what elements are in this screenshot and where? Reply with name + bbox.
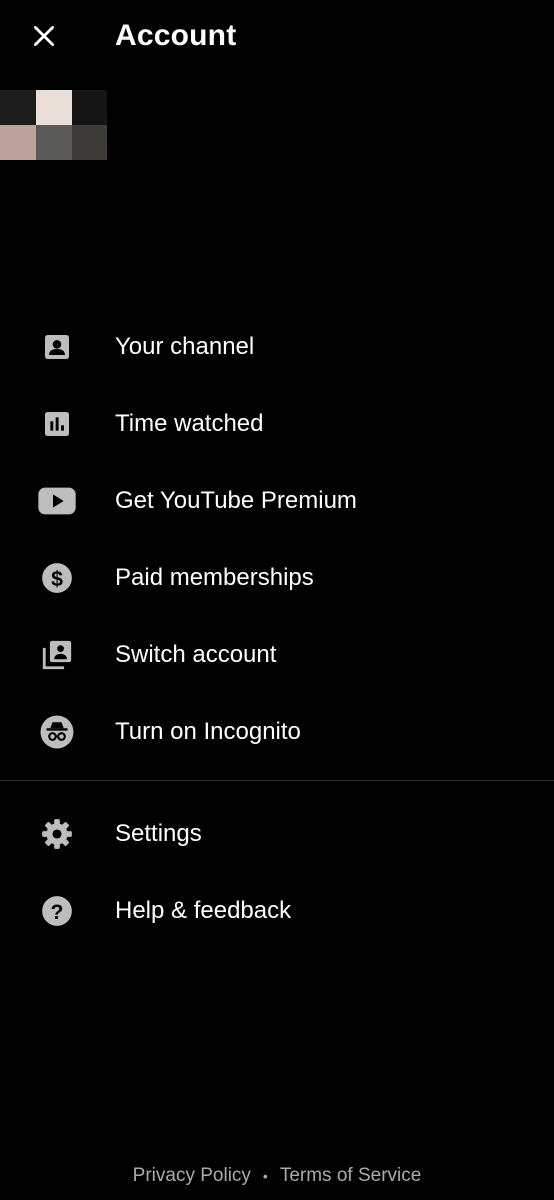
account-menu: Your channel Time watched Get YouTube Pr…	[0, 308, 554, 770]
menu-item-get-premium[interactable]: Get YouTube Premium	[0, 462, 554, 539]
menu-item-your-channel[interactable]: Your channel	[0, 308, 554, 385]
incognito-icon	[37, 712, 77, 752]
svg-text:$: $	[51, 566, 63, 590]
avatar[interactable]	[0, 90, 107, 160]
menu-item-time-watched[interactable]: Time watched	[0, 385, 554, 462]
footer-separator: •	[262, 1168, 268, 1184]
dollar-circle-icon: $	[37, 558, 77, 598]
account-box-icon	[37, 327, 77, 367]
menu-item-switch-account[interactable]: Switch account	[0, 616, 554, 693]
youtube-play-icon	[37, 481, 77, 521]
help-icon: ?	[37, 891, 77, 931]
avatar-pixel	[72, 125, 107, 160]
gear-icon	[37, 814, 77, 854]
account-screen: Account Your channel Time watched Get Yo…	[0, 0, 554, 1200]
privacy-policy-link[interactable]: Privacy Policy	[133, 1165, 251, 1187]
menu-item-label: Paid memberships	[115, 563, 314, 591]
menu-divider	[0, 780, 554, 781]
secondary-menu: Settings ? Help & feedback	[0, 795, 554, 949]
avatar-pixel	[72, 90, 107, 125]
close-icon	[33, 25, 55, 47]
menu-item-label: Time watched	[115, 409, 264, 437]
header: Account	[0, 0, 554, 74]
avatar-pixel	[0, 125, 36, 160]
bar-chart-icon	[37, 404, 77, 444]
avatar-pixel	[36, 125, 72, 160]
svg-text:?: ?	[51, 899, 64, 923]
menu-item-label: Settings	[115, 819, 202, 847]
menu-item-incognito[interactable]: Turn on Incognito	[0, 693, 554, 770]
terms-of-service-link[interactable]: Terms of Service	[280, 1165, 421, 1187]
page-title: Account	[115, 19, 237, 52]
menu-item-help-feedback[interactable]: ? Help & feedback	[0, 872, 554, 949]
menu-item-label: Help & feedback	[115, 896, 292, 924]
close-button[interactable]	[22, 14, 66, 58]
avatar-pixel	[36, 90, 72, 125]
menu-item-label: Turn on Incognito	[115, 717, 301, 745]
menu-item-paid-memberships[interactable]: $ Paid memberships	[0, 539, 554, 616]
avatar-pixel	[0, 90, 36, 125]
menu-item-label: Get YouTube Premium	[115, 486, 357, 514]
switch-account-icon	[37, 635, 77, 675]
menu-item-label: Switch account	[115, 640, 277, 668]
menu-item-label: Your channel	[115, 332, 255, 360]
menu-item-settings[interactable]: Settings	[0, 795, 554, 872]
footer: Privacy Policy • Terms of Service	[0, 1162, 554, 1190]
